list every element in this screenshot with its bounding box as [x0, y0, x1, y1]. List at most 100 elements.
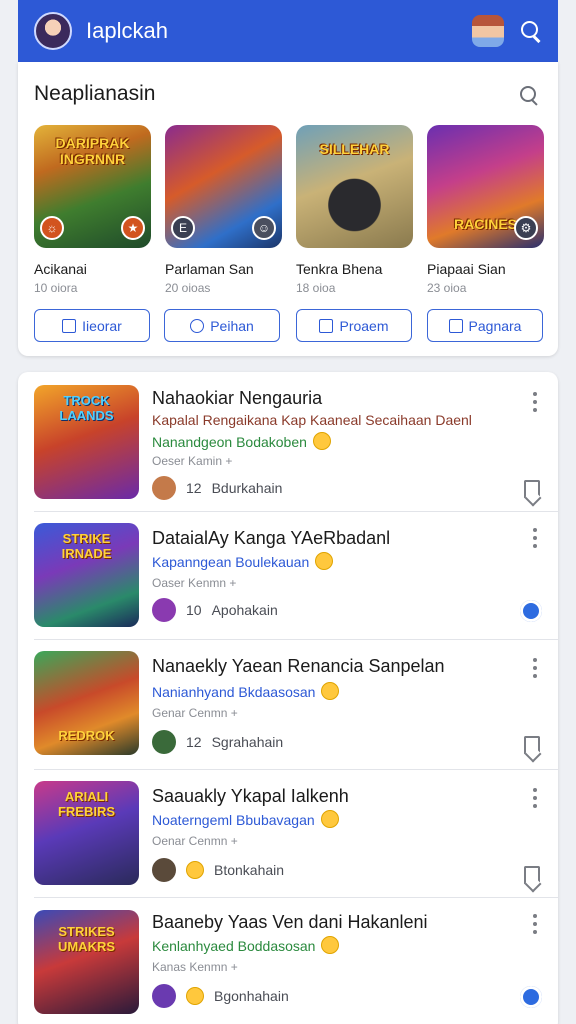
player-count: 12: [186, 480, 202, 496]
section-search-icon[interactable]: [518, 84, 540, 106]
art-title-text: SILLEHAR: [319, 141, 390, 157]
badge-icon: ⚙: [514, 216, 538, 240]
badge-icon: ☺: [252, 216, 276, 240]
list-item[interactable]: STRIKE IRNADE DataialAy Kanga YAeRbadanl…: [18, 512, 558, 640]
filter-button[interactable]: Iieorar: [34, 309, 150, 342]
app-logo-avatar[interactable]: [34, 12, 72, 50]
thumb-icon: [448, 318, 463, 333]
game-list: TROCK LAANDS Nahaokiar Nengauria Kapalal…: [18, 372, 558, 1024]
game-subtitle: Kapanngean Boulekauan: [152, 552, 334, 570]
badge-icon: ★: [121, 216, 145, 240]
art-title-text: STRIKES UMAKRS: [57, 924, 116, 954]
smile-icon: [186, 861, 204, 879]
smile-icon: [315, 552, 334, 570]
list-item[interactable]: TROCK LAANDS Nahaokiar Nengauria Kapalal…: [18, 372, 558, 512]
square-icon: [319, 318, 334, 333]
tile-meta: 20 oioas: [165, 281, 211, 295]
featured-tile[interactable]: RACINES ⚙ Piapaai Sian 23 oioa: [427, 125, 544, 295]
row-footer: Bgonhahain: [152, 984, 289, 1008]
more-options-icon[interactable]: [532, 788, 538, 808]
filter-button-label: Pagnara: [468, 317, 522, 334]
game-art: SILLEHAR: [296, 125, 413, 248]
footer-label: Sgrahahain: [211, 734, 284, 750]
game-genre: Oeser Kamin +: [152, 454, 233, 468]
art-title-text: DARIPRAK INGRNNR: [55, 135, 130, 167]
smile-icon: [321, 936, 340, 954]
list-item[interactable]: STRIKES UMAKRS Baaneby Yaas Ven dani Hak…: [18, 898, 558, 1024]
game-title: Nanaekly Yaean Renancia Sanpelan: [152, 656, 445, 676]
smile-icon: [321, 682, 340, 700]
smile-icon: [186, 987, 204, 1005]
tile-meta: 18 oioa: [296, 281, 336, 295]
footer-label: Bdurkahain: [211, 480, 283, 496]
user-avatar[interactable]: [472, 15, 504, 47]
game-thumbnail: REDROK: [34, 651, 139, 755]
filter-button[interactable]: Proaem: [296, 309, 412, 342]
art-title-text: STRIKE IRNADE: [61, 531, 112, 561]
more-options-icon[interactable]: [532, 392, 538, 412]
game-title: Nahaokiar Nengauria: [152, 388, 323, 408]
filter-button[interactable]: Pagnara: [427, 309, 543, 342]
art-title-text: REDROK: [58, 728, 115, 743]
people-icon: [190, 318, 205, 333]
game-title: DataialAy Kanga YAeRbadanl: [152, 528, 391, 548]
filter-button-label: Peihan: [210, 317, 254, 334]
row-footer: Btonkahain: [152, 858, 284, 882]
game-thumbnail: STRIKES UMAKRS: [34, 910, 139, 1014]
featured-tile[interactable]: E ☺ Parlaman San 20 oioas: [165, 125, 282, 295]
game-genre: Oenar Cenmn +: [152, 834, 238, 848]
bookmark-icon[interactable]: [524, 866, 540, 884]
search-icon[interactable]: [518, 18, 544, 44]
filter-button-label: Iieorar: [82, 317, 122, 334]
player-avatar: [152, 598, 176, 622]
smile-icon: [320, 810, 339, 828]
footer-label: Apohakain: [211, 602, 278, 618]
game-subtitle: Noaterngeml Bbubavagan: [152, 810, 339, 828]
player-avatar: [152, 730, 176, 754]
game-art: E ☺: [165, 125, 282, 248]
featured-section: Neaplianasin DARIPRAK INGRNNR ☼ ★ Acikan…: [18, 62, 558, 356]
game-thumbnail: STRIKE IRNADE: [34, 523, 139, 627]
tile-name: Acikanai: [34, 261, 87, 277]
row-footer: 10 Apohakain: [152, 598, 278, 622]
game-thumbnail: TROCK LAANDS: [34, 385, 139, 499]
game-genre: Oaser Kenmn +: [152, 576, 237, 590]
bookmark-icon[interactable]: [524, 480, 540, 498]
tile-name: Parlaman San: [165, 261, 254, 277]
game-art: RACINES ⚙: [427, 125, 544, 248]
row-footer: 12 Sgrahahain: [152, 730, 283, 754]
list-item[interactable]: ARIALI FREBIRS Saauakly Ykapal Ialkenh N…: [18, 770, 558, 898]
more-options-icon[interactable]: [532, 914, 538, 934]
game-genre: Genar Cenmn +: [152, 706, 238, 720]
game-genre: Kanas Kenmn +: [152, 960, 238, 974]
player-count: 12: [186, 734, 202, 750]
list-item[interactable]: REDROK Nanaekly Yaean Renancia Sanpelan …: [18, 640, 558, 770]
badge-icon: E: [171, 216, 195, 240]
app-title: Iaplckah: [86, 18, 168, 43]
settings-icon[interactable]: [520, 600, 542, 622]
player-avatar: [152, 476, 176, 500]
player-count: 10: [186, 602, 202, 618]
game-subtitle: Nanandgeon Bodakoben: [152, 432, 331, 450]
row-footer: 12 Bdurkahain: [152, 476, 282, 500]
player-avatar: [152, 858, 176, 882]
game-title: Baaneby Yaas Ven dani Hakanleni: [152, 912, 428, 932]
game-subtitle: Kenlanhyaed Boddasosan: [152, 936, 340, 954]
badge-icon: ☼: [40, 216, 64, 240]
featured-tile[interactable]: SILLEHAR Tenkra Bhena 18 oioa: [296, 125, 413, 295]
bookmark-icon[interactable]: [524, 736, 540, 754]
footer-label: Btonkahain: [214, 862, 285, 878]
tile-meta: 23 oioa: [427, 281, 467, 295]
game-art: DARIPRAK INGRNNR ☼ ★: [34, 125, 151, 248]
settings-icon[interactable]: [520, 986, 542, 1008]
more-options-icon[interactable]: [532, 658, 538, 678]
filter-button-label: Proaem: [339, 317, 389, 334]
tile-name: Piapaai Sian: [427, 261, 506, 277]
player-avatar: [152, 984, 176, 1008]
featured-tile[interactable]: DARIPRAK INGRNNR ☼ ★ Acikanai 10 oiora: [34, 125, 151, 295]
filter-button[interactable]: Peihan: [164, 309, 280, 342]
section-title: Neaplianasin: [34, 82, 156, 105]
more-options-icon[interactable]: [532, 528, 538, 548]
smile-icon: [312, 432, 331, 450]
footer-label: Bgonhahain: [214, 988, 289, 1004]
